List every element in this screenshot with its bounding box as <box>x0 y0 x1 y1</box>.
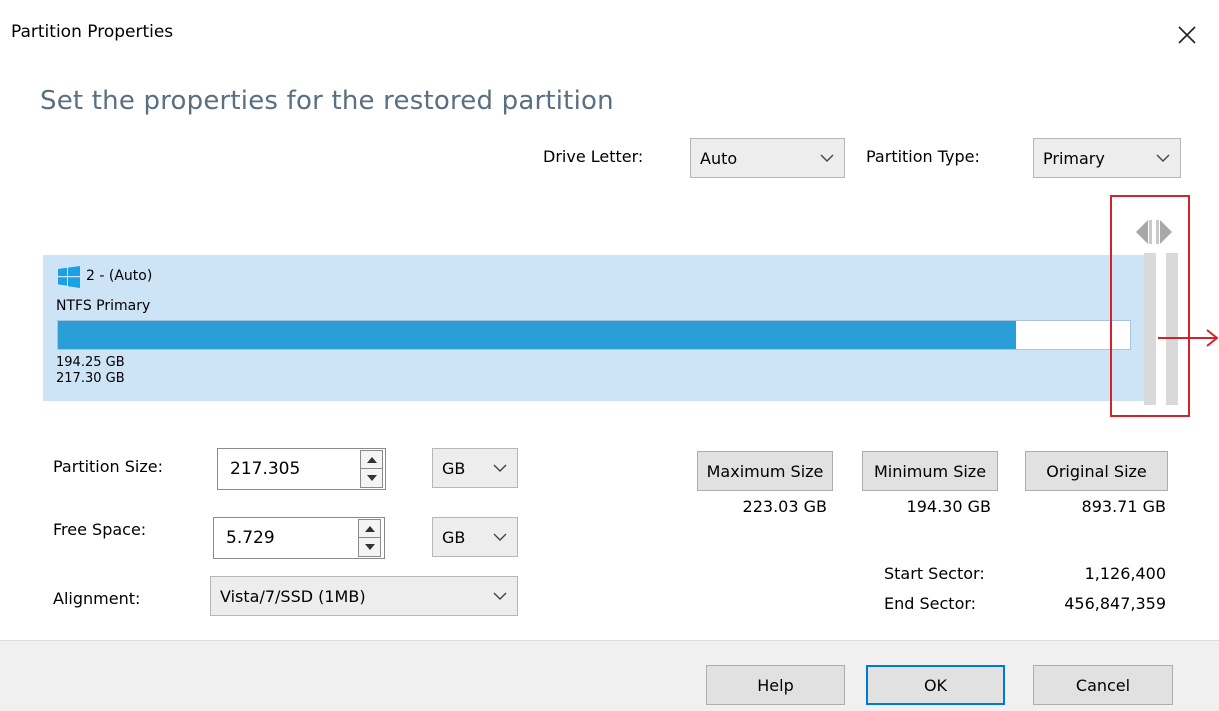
partition-type-select[interactable]: Primary <box>1033 138 1181 178</box>
caret-down-icon <box>366 474 377 481</box>
title-bar: Partition Properties <box>0 0 1219 64</box>
start-sector-value: 1,126,400 <box>1084 564 1166 583</box>
free-space-unit-select[interactable]: GB <box>432 517 518 557</box>
free-space-label: Free Space: <box>53 520 147 539</box>
chevron-down-icon <box>493 592 507 600</box>
resize-highlight-box <box>1110 195 1190 417</box>
caret-up-icon <box>364 526 375 532</box>
end-sector-value: 456,847,359 <box>1064 594 1166 613</box>
minimum-size-value: 194.30 GB <box>906 497 991 516</box>
partition-used-size: 194.25 GB <box>56 355 125 370</box>
partition-size-spinner[interactable] <box>360 450 383 488</box>
spin-up-button[interactable] <box>361 451 382 469</box>
caret-up-icon <box>366 457 377 463</box>
chevron-down-icon <box>493 533 507 541</box>
partition-total-size: 217.30 GB <box>56 371 125 386</box>
partition-fs: NTFS Primary <box>56 298 151 314</box>
alignment-label: Alignment: <box>53 589 141 608</box>
partition-type-value: Primary <box>1043 148 1105 168</box>
partition-size-unit: GB <box>442 458 466 478</box>
caret-down-icon <box>364 543 375 550</box>
chevron-down-icon <box>493 464 507 472</box>
spin-up-button[interactable] <box>359 520 380 538</box>
partition-size-label: Partition Size: <box>53 457 163 476</box>
maximum-size-value: 223.03 GB <box>742 497 827 516</box>
start-sector-label: Start Sector: <box>884 564 985 583</box>
minimum-size-button[interactable]: Minimum Size <box>862 451 998 491</box>
help-button[interactable]: Help <box>706 665 845 705</box>
spin-down-button[interactable] <box>361 469 382 487</box>
drive-letter-label: Drive Letter: <box>543 147 644 166</box>
chevron-down-icon <box>820 154 834 162</box>
free-space-value: 5.729 <box>226 528 275 548</box>
free-space-spinner[interactable] <box>358 519 381 557</box>
drive-letter-value: Auto <box>700 148 738 168</box>
spin-down-button[interactable] <box>359 538 380 556</box>
alignment-select[interactable]: Vista/7/SSD (1MB) <box>210 576 518 616</box>
close-icon <box>1178 26 1196 44</box>
original-size-button[interactable]: Original Size <box>1025 451 1168 491</box>
cancel-button[interactable]: Cancel <box>1033 665 1173 705</box>
alignment-value: Vista/7/SSD (1MB) <box>220 586 366 606</box>
ok-button[interactable]: OK <box>866 665 1005 705</box>
page-heading: Set the properties for the restored part… <box>40 86 614 116</box>
end-sector-label: End Sector: <box>884 594 977 613</box>
chevron-down-icon <box>1156 154 1170 162</box>
partition-name: 2 - (Auto) <box>86 268 153 284</box>
partition-type-label: Partition Type: <box>866 147 980 166</box>
partition-usage-bar <box>57 320 1131 350</box>
original-size-value: 893.71 GB <box>1081 497 1166 516</box>
windows-logo-icon <box>58 266 80 288</box>
free-space-unit: GB <box>442 527 466 547</box>
partition-size-unit-select[interactable]: GB <box>432 448 518 488</box>
close-button[interactable] <box>1170 18 1204 52</box>
window-title: Partition Properties <box>11 22 174 42</box>
maximum-size-button[interactable]: Maximum Size <box>697 451 833 491</box>
drive-letter-select[interactable]: Auto <box>690 138 845 178</box>
partition-usage-fill <box>58 321 1017 349</box>
partition-size-value: 217.305 <box>230 459 301 479</box>
arrow-right-icon <box>1158 329 1219 347</box>
